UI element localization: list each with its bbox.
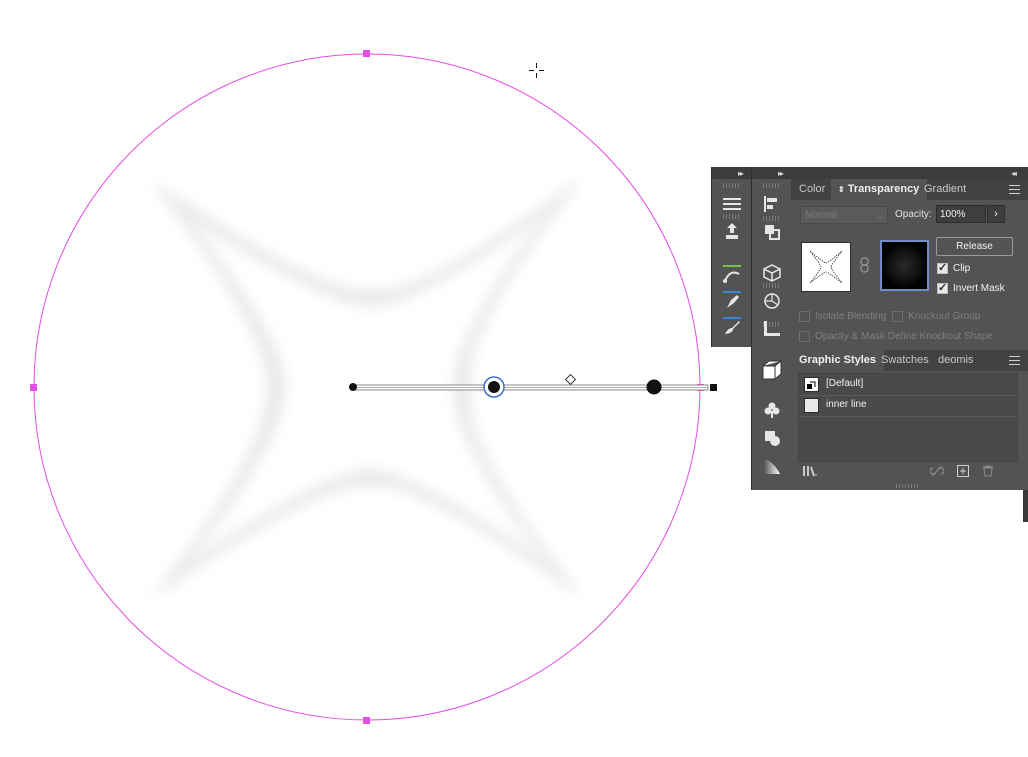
anchor-bottom[interactable] bbox=[363, 717, 370, 724]
tab-gradient[interactable]: Gradient bbox=[916, 179, 974, 200]
clip-checkbox[interactable] bbox=[937, 261, 948, 274]
new-style-icon[interactable] bbox=[957, 465, 969, 480]
graphic-styles-footer bbox=[791, 460, 1028, 482]
3d-box-icon[interactable] bbox=[761, 359, 783, 381]
tab-color[interactable]: Color bbox=[791, 179, 833, 200]
trash-icon[interactable] bbox=[982, 465, 994, 480]
release-button[interactable]: Release bbox=[936, 237, 1013, 256]
pathfinder-icon[interactable] bbox=[761, 221, 783, 243]
dock-collapse-bar[interactable]: ▸▸ bbox=[712, 167, 752, 179]
transparency-tab-row: Color ⇕ Transparency Gradient bbox=[791, 179, 1028, 200]
gradient-end-square[interactable] bbox=[710, 384, 717, 391]
curvature-icon[interactable] bbox=[721, 263, 743, 285]
invert-mask-label: Invert Mask bbox=[953, 283, 1005, 294]
list-item[interactable]: inner line bbox=[799, 395, 1017, 417]
asset-export-icon[interactable] bbox=[721, 220, 743, 242]
pen-icon[interactable] bbox=[721, 289, 743, 311]
align-icon[interactable] bbox=[761, 193, 783, 215]
opacity-mask-knockout-label: Opacity & Mask Define Knockout Shape bbox=[815, 331, 993, 342]
tab-deomis[interactable]: deomis bbox=[930, 350, 981, 371]
link-chain-icon[interactable] bbox=[860, 257, 869, 273]
clip-label: Clip bbox=[953, 263, 971, 274]
library-icon[interactable] bbox=[802, 465, 818, 480]
tab-transparency[interactable]: ⇕ Transparency bbox=[831, 179, 928, 200]
star-thumbnail-icon bbox=[809, 250, 843, 284]
isolate-blending-checkbox[interactable] bbox=[799, 311, 810, 322]
panels-container: ◂◂ Color ⇕ Transparency Gradient Normal … bbox=[791, 167, 1028, 490]
knockout-group-checkbox[interactable] bbox=[892, 311, 903, 322]
tab-transparency-label: Transparency bbox=[847, 183, 920, 195]
shape-builder-icon[interactable] bbox=[761, 427, 783, 449]
graphic-styles-menu-icon[interactable] bbox=[1009, 356, 1020, 365]
gradient-origin-dot[interactable] bbox=[349, 383, 357, 391]
style-label: inner line bbox=[826, 399, 867, 410]
list-item[interactable]: [Default] bbox=[799, 374, 1017, 396]
break-link-icon[interactable] bbox=[929, 465, 945, 480]
gradient-icon[interactable] bbox=[761, 455, 783, 477]
panel-dock-strip-right: ▸▸ bbox=[751, 167, 792, 490]
invert-mask-checkbox[interactable] bbox=[937, 281, 948, 294]
brush-icon[interactable] bbox=[721, 315, 743, 337]
layers-icon[interactable] bbox=[721, 193, 743, 215]
tab-graphic-styles[interactable]: Graphic Styles bbox=[791, 350, 885, 371]
panel-resize-grip[interactable] bbox=[896, 484, 918, 488]
artwork-thumbnail[interactable] bbox=[801, 242, 851, 292]
graphic-styles-tab-row: Graphic Styles Swatches deomis bbox=[791, 350, 1028, 371]
default-style-swatch bbox=[804, 377, 819, 392]
crosshair-cursor-icon bbox=[529, 63, 544, 78]
anchor-top[interactable] bbox=[363, 50, 370, 57]
ruler-icon[interactable] bbox=[761, 318, 783, 340]
isolate-blending-label: Isolate Blending bbox=[815, 311, 887, 322]
symbols-club-icon[interactable] bbox=[761, 399, 783, 421]
opacity-label: Opacity: bbox=[895, 209, 932, 220]
dock-grip[interactable] bbox=[723, 183, 741, 188]
3d-extrude-icon[interactable] bbox=[761, 262, 783, 284]
knockout-group-label: Knockout Group bbox=[908, 311, 981, 322]
blend-mode-select[interactable]: Normal ⌵ bbox=[800, 206, 888, 224]
opacity-mask-knockout-checkbox[interactable] bbox=[799, 331, 810, 342]
gradient-stop-end[interactable] bbox=[646, 379, 662, 395]
inner-line-swatch bbox=[804, 398, 819, 413]
style-label: [Default] bbox=[826, 378, 864, 389]
chevron-down-icon: ⌵ bbox=[876, 211, 883, 221]
gradient-midpoint-diamond[interactable] bbox=[564, 373, 577, 386]
opacity-mask-thumbnail[interactable] bbox=[880, 240, 929, 291]
graphic-styles-list: [Default] inner line bbox=[798, 373, 1018, 462]
anchor-left[interactable] bbox=[30, 384, 37, 391]
3d-revolve-icon[interactable] bbox=[761, 290, 783, 312]
panel-menu-icon[interactable] bbox=[1009, 185, 1020, 194]
dock-grip-b[interactable] bbox=[763, 183, 781, 188]
dock-collapse-bar-b[interactable]: ▸▸ bbox=[752, 167, 792, 179]
tab-updown-icon: ⇕ bbox=[838, 185, 845, 194]
panel-dock-strip-left: ▸▸ bbox=[711, 167, 752, 347]
blend-mode-value: Normal bbox=[805, 210, 838, 221]
panel-top-bar[interactable]: ◂◂ bbox=[791, 167, 1028, 179]
panel-edge bbox=[1023, 490, 1028, 522]
tab-swatches[interactable]: Swatches bbox=[873, 350, 937, 371]
opacity-slider-button[interactable]: › bbox=[987, 205, 1005, 223]
opacity-field[interactable]: 100% bbox=[936, 205, 986, 223]
